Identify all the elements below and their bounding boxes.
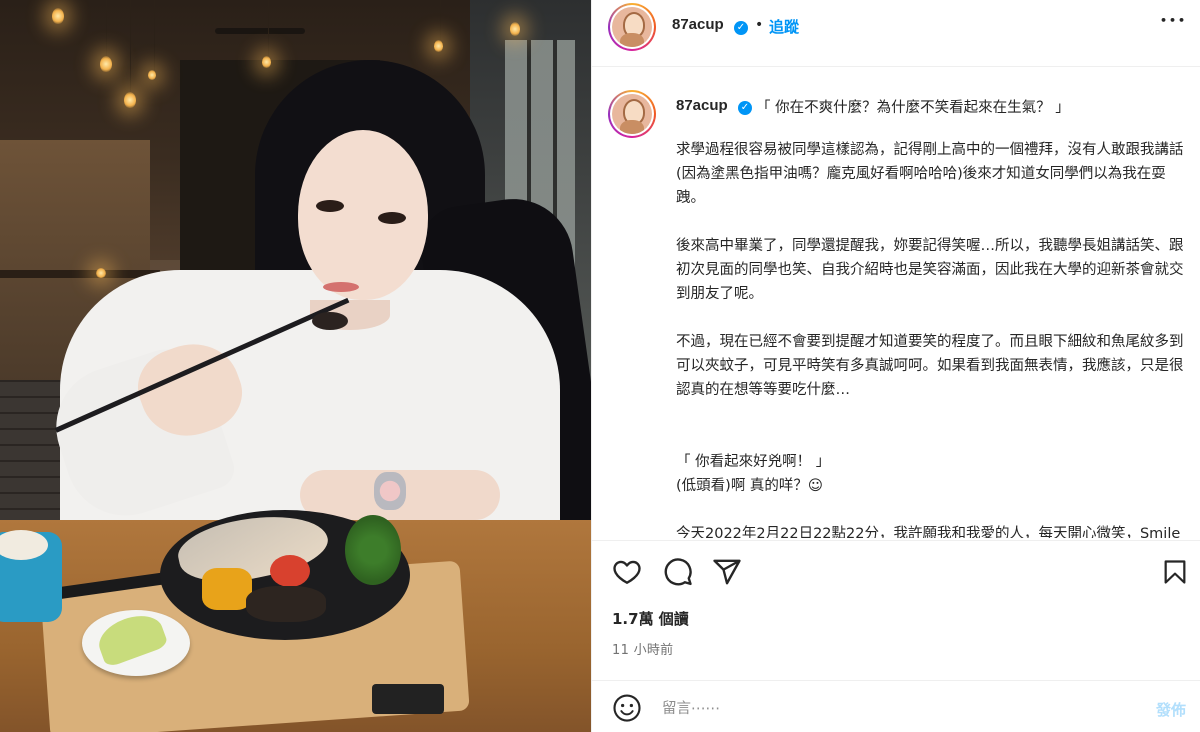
caption-avatar[interactable] — [608, 90, 656, 138]
ceiling-fan — [215, 28, 305, 34]
caption-divider — [592, 540, 1200, 541]
chopstick-rest — [372, 684, 444, 714]
bulb-light — [148, 70, 156, 80]
face — [298, 130, 428, 300]
right-eye — [378, 212, 406, 224]
author-username[interactable]: 87acup — [672, 16, 724, 33]
bulb-light — [96, 268, 106, 278]
pumpkin — [202, 568, 252, 610]
bulb-light — [262, 56, 271, 68]
post-timestamp[interactable]: 11 小時前 — [612, 639, 673, 658]
comment-input[interactable] — [662, 697, 1102, 721]
bulb-light — [52, 8, 64, 24]
food-bite — [312, 312, 348, 330]
caption-paragraph: 求學過程很容易被同學這樣認為，記得剛上高中的一個禮拜，沒有人敢跟我講話(因為塗黑… — [676, 142, 1184, 206]
header-divider — [592, 66, 1200, 67]
shelf — [0, 270, 160, 278]
bulb-light — [124, 92, 136, 108]
separator-dot: • — [755, 17, 764, 33]
tomato — [270, 555, 310, 587]
bulb-light — [434, 40, 443, 52]
heart-icon[interactable] — [612, 557, 642, 587]
emoji-icon[interactable] — [612, 693, 642, 723]
share-icon[interactable] — [712, 557, 742, 587]
author-avatar[interactable] — [608, 3, 656, 51]
post-photo[interactable] — [0, 0, 591, 732]
caption-username[interactable]: 87acup — [676, 97, 728, 114]
post-comment-button[interactable]: 發佈 — [1156, 699, 1186, 720]
bulb-light — [100, 56, 112, 72]
lips — [323, 282, 359, 292]
comment-divider — [592, 680, 1200, 681]
caption-headline: 「 你在不爽什麼？為什麼不笑看起來在生氣？ 」 — [756, 100, 1070, 116]
caption-paragraph: 後來高中畢業了，同學還提醒我，妳要記得笑喔…所以，我聽學長姐講話笑、跟初次見面的… — [676, 238, 1184, 302]
mushrooms — [246, 586, 326, 622]
left-eye — [316, 200, 344, 212]
comment-icon[interactable] — [663, 557, 693, 587]
verified-badge-icon: ✓ — [734, 21, 748, 35]
view-count[interactable]: 1.7萬 個讀 — [612, 608, 689, 629]
bulb-light — [510, 22, 520, 36]
wristwatch — [374, 472, 406, 510]
follow-button[interactable]: 追蹤 — [769, 16, 799, 37]
verified-badge-icon: ✓ — [738, 101, 752, 115]
caption-body: 求學過程很容易被同學這樣認為，記得剛上高中的一個禮拜，沒有人敢跟我講話(因為塗黑… — [676, 138, 1184, 538]
post-side-panel: 87acup ✓ • 追蹤 ••• 87acup ✓ 「 你在不爽什麼？為什麼不… — [591, 0, 1200, 732]
caption-paragraph: 今天2022年2月22日22點22分，我許願我和我愛的人，每天開心微笑，Smil… — [676, 526, 1181, 538]
caption-paragraph: 「 你看起來好兇啊！ 」 (低頭看)啊 真的咩？☺ — [676, 454, 831, 494]
more-options-icon[interactable]: ••• — [1160, 14, 1187, 27]
caption-paragraph: 不過，現在已經不會要到提醒才知道要笑的程度了。而且眼下細紋和魚尾紋多到可以夾蚊子… — [676, 334, 1184, 398]
broccoli — [345, 515, 401, 585]
bookmark-icon[interactable] — [1161, 557, 1189, 587]
